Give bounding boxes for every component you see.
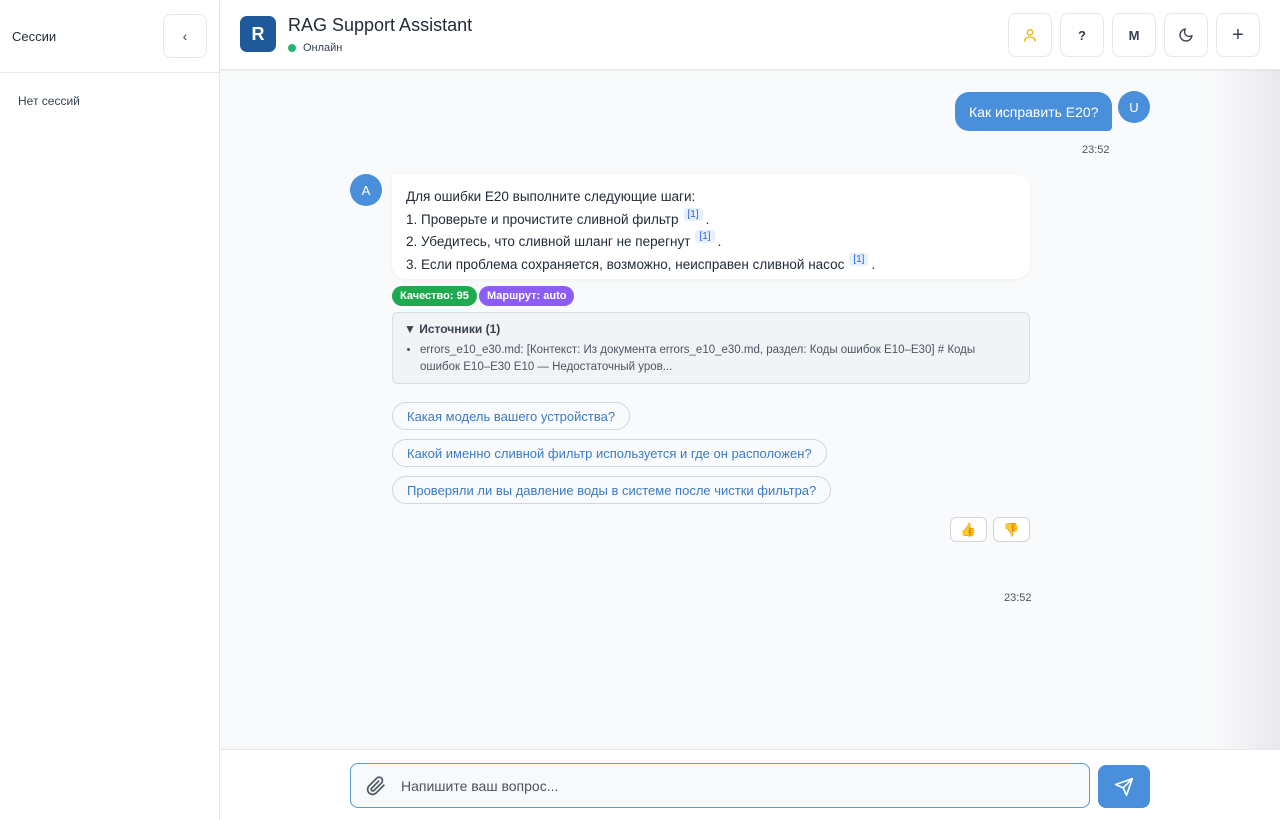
- sessions-sidebar: Сессии ‹ Нет сессий: [0, 0, 220, 820]
- status-dot: [288, 44, 296, 52]
- sidebar-title: Сессии: [12, 28, 57, 44]
- sidebar-header: Сессии ‹: [0, 0, 219, 73]
- thumbs-down-button[interactable]: 👎: [993, 517, 1030, 542]
- app-title: RAG Support Assistant: [288, 15, 473, 35]
- sources-toggle[interactable]: ▼ Источники (1): [404, 322, 1018, 336]
- citation-link[interactable]: [1]: [695, 230, 715, 243]
- suggested-question-button[interactable]: Проверяли ли вы давление воды в системе …: [392, 476, 832, 504]
- online-status: Онлайн: [288, 42, 342, 54]
- answer-step: 1. Проверьте и прочистите сливной фильтр…: [406, 207, 710, 227]
- assistant-message-time: 23:52: [1004, 592, 1032, 604]
- assistant-avatar: A: [350, 174, 382, 206]
- empty-sessions-text: Нет сессий: [18, 94, 80, 108]
- paperclip-icon: [366, 775, 385, 795]
- user-message-bubble: Как исправить E20?: [955, 92, 1113, 131]
- thumbs-up-button[interactable]: 👍: [950, 517, 987, 542]
- citation-link[interactable]: [1]: [849, 252, 869, 266]
- answer-intro: Для ошибки E20 выполните следующие шаги:: [406, 189, 696, 204]
- collapse-sidebar-button[interactable]: ‹: [163, 14, 207, 58]
- theme-toggle-button[interactable]: [1164, 13, 1208, 57]
- sources-list: errors_e10_e30.md: [Контекст: Из докумен…: [404, 342, 1018, 376]
- message-input-box: [350, 763, 1090, 808]
- source-item: errors_e10_e30.md: [Контекст: Из докумен…: [420, 342, 1018, 376]
- user-icon: [1024, 29, 1036, 42]
- mode-button[interactable]: M: [1112, 13, 1156, 57]
- user-message-time: 23:52: [1082, 144, 1110, 156]
- app-header: R RAG Support Assistant Онлайн ? M +: [220, 0, 1280, 70]
- new-chat-button[interactable]: +: [1216, 13, 1260, 57]
- citation-link[interactable]: [1]: [683, 207, 703, 221]
- quality-badge: Качество: 95: [392, 286, 477, 306]
- thumbs-down-icon: 👎: [1003, 521, 1020, 537]
- user-avatar: U: [1118, 91, 1150, 123]
- suggested-question-button[interactable]: Какой именно сливной фильтр используется…: [392, 439, 827, 467]
- send-icon: [1114, 777, 1134, 796]
- answer-step: 2. Убедитесь, что сливной шланг не перег…: [406, 230, 722, 249]
- app-logo: R: [240, 16, 276, 52]
- composer: [220, 749, 1280, 820]
- answer-step: 3. Если проблема сохраняется, возможно, …: [406, 252, 876, 272]
- route-badge: Маршрут: auto: [479, 286, 575, 306]
- message-input[interactable]: [401, 777, 1061, 794]
- assistant-message-bubble: Для ошибки E20 выполните следующие шаги:…: [392, 174, 1030, 279]
- suggested-question-button[interactable]: Какая модель вашего устройства?: [392, 402, 631, 430]
- sources-panel: ▼ Источники (1) errors_e10_e30.md: [Конт…: [392, 312, 1030, 384]
- moon-icon: [1179, 28, 1193, 42]
- help-button[interactable]: ?: [1060, 13, 1104, 57]
- chat-main: R RAG Support Assistant Онлайн ? M + Как…: [220, 0, 1280, 820]
- profile-button[interactable]: [1008, 13, 1052, 57]
- thumbs-up-icon: 👍: [960, 521, 977, 537]
- send-button[interactable]: [1098, 765, 1150, 808]
- status-label: Онлайн: [303, 42, 343, 54]
- attach-button[interactable]: [351, 775, 401, 796]
